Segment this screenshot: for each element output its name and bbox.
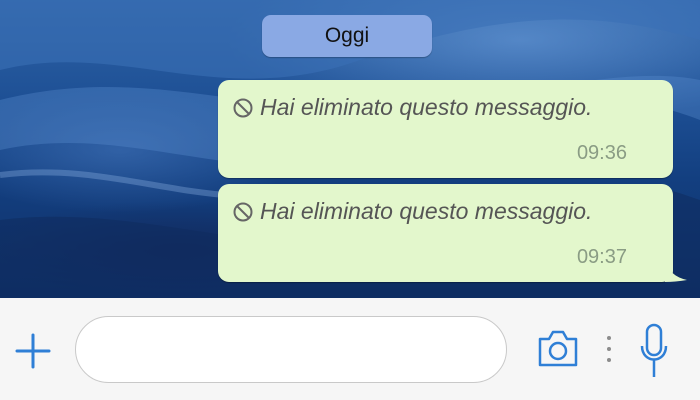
date-separator-label: Oggi xyxy=(324,24,370,47)
camera-icon[interactable] xyxy=(536,327,580,369)
date-separator: Oggi xyxy=(262,15,432,57)
more-vertical-icon[interactable] xyxy=(604,333,614,365)
message-text: Hai eliminato questo messaggio. xyxy=(260,198,593,224)
message-content: Hai eliminato questo messaggio. xyxy=(232,198,592,225)
ban-icon xyxy=(233,98,253,117)
message-time: 09:36 xyxy=(576,142,627,164)
message-input[interactable] xyxy=(75,316,507,383)
ban-icon xyxy=(233,202,253,221)
microphone-icon[interactable] xyxy=(638,322,670,380)
message-bubble[interactable]: Hai eliminato questo messaggio. 09:36 xyxy=(218,80,673,178)
chat-background: Oggi Hai eliminato questo messaggio. 09:… xyxy=(0,0,700,298)
plus-icon[interactable] xyxy=(14,332,52,370)
message-content: Hai eliminato questo messaggio. xyxy=(232,94,592,121)
bubble-tail xyxy=(665,260,687,282)
message-bubble[interactable]: Hai eliminato questo messaggio. 09:37 xyxy=(218,184,687,282)
message-text: Hai eliminato questo messaggio. xyxy=(260,94,593,120)
message-time: 09:37 xyxy=(576,246,627,268)
